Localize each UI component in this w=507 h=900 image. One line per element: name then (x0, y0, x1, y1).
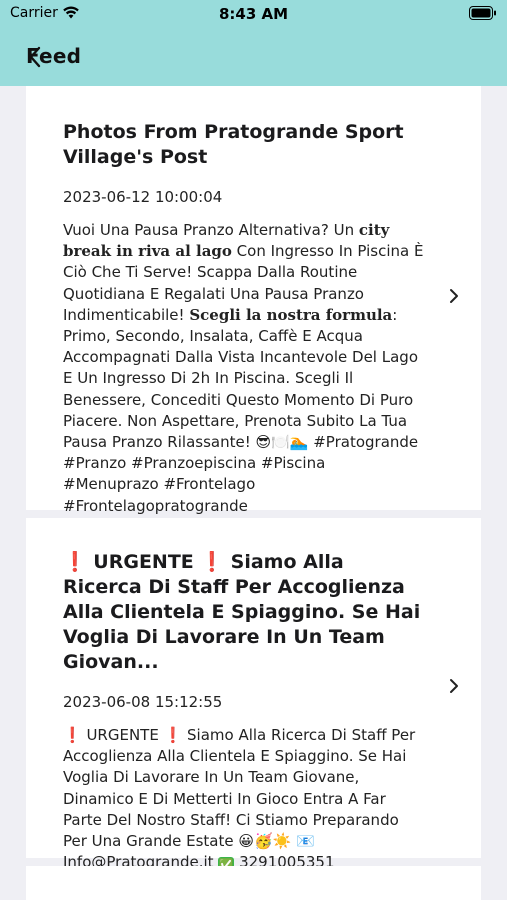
post-title: ❗ URGENTE ❗ Siamo Alla Ricerca Di Staff … (63, 551, 421, 673)
chevron-right-icon[interactable] (449, 678, 459, 694)
feed-list[interactable]: Photos From Pratogrande Sport Village's … (0, 86, 507, 900)
post-body-bold-text: Scegli la nostra formula (189, 305, 393, 324)
post-card[interactable]: Photos From Pratogrande Sport Village's … (26, 86, 481, 515)
post-date: 2023-06-12 10:00:04 (63, 188, 223, 206)
page-title: Feed (26, 44, 82, 68)
post-body-text: : Primo, Secondo, Insalata, Caffè E Acqu… (63, 305, 419, 515)
battery-icon (469, 6, 496, 20)
post-title: Photos From Pratogrande Sport Village's … (63, 121, 404, 168)
top-bar: Carrier 8:43 AM Feed (0, 0, 507, 86)
post-body: Vuoi Una Pausa Pranzo Alternativa? Un ci… (63, 220, 425, 517)
post-date: 2023-06-08 15:12:55 (63, 693, 223, 711)
navigation-bar: Feed (0, 38, 507, 78)
status-bar: Carrier 8:43 AM (0, 0, 507, 28)
post-title-text: URGENTE ❗ Siamo Alla Ricerca Di Staff Pe… (63, 551, 421, 673)
post-card[interactable] (26, 866, 481, 900)
status-time: 8:43 AM (218, 5, 289, 23)
post-body-text: ❗ URGENTE ❗ Siamo Alla Ricerca Di Staff … (63, 726, 416, 872)
chevron-right-icon[interactable] (449, 288, 459, 304)
post-card[interactable]: ❗ URGENTE ❗ Siamo Alla Ricerca Di Staff … (26, 518, 481, 874)
post-body-text: Vuoi Una Pausa Pranzo Alternativa? Un (63, 221, 359, 239)
post-body: ❗ URGENTE ❗ Siamo Alla Ricerca Di Staff … (63, 725, 425, 874)
